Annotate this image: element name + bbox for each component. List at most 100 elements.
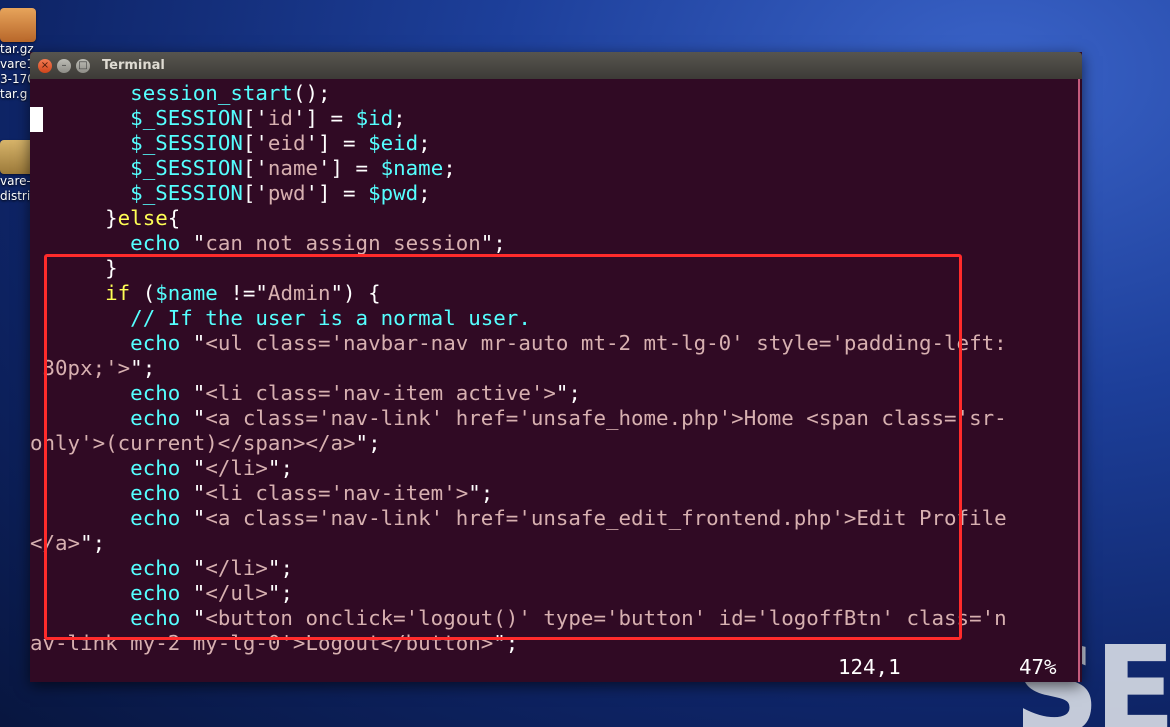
- code-token: session_start: [130, 81, 293, 105]
- code-line: echo "</li>";: [30, 456, 1070, 481]
- code-token: $eid: [368, 131, 419, 155]
- code-line: if ($name !="Admin") {: [30, 281, 1070, 306]
- window-title: Terminal: [102, 58, 165, 73]
- code-token: ";: [493, 631, 519, 655]
- code-token: ": [180, 556, 206, 580]
- code-token: id: [267, 106, 293, 130]
- code-token: ": [180, 381, 206, 405]
- code-token: echo: [130, 231, 181, 255]
- code-line: $_SESSION['pwd'] = $pwd;: [30, 181, 1070, 206]
- code-token: name: [267, 156, 318, 180]
- code-token: ": [180, 406, 206, 430]
- code-token: <ul class='navbar-nav mr-auto mt-2 mt-lg…: [205, 331, 1007, 355]
- code-area[interactable]: session_start(); $_SESSION['id'] = $id; …: [30, 81, 1070, 656]
- code-line: echo "</li>";: [30, 556, 1070, 581]
- terminal-window[interactable]: × – □ Terminal session_start(); $_SESSIO…: [30, 52, 1082, 682]
- code-token: echo: [130, 556, 181, 580]
- code-token: echo: [130, 506, 181, 530]
- code-token: <button onclick='logout()' type='button'…: [205, 606, 1007, 630]
- code-token: $name: [155, 281, 218, 305]
- code-token: ;: [418, 131, 431, 155]
- code-token: ": [180, 481, 206, 505]
- terminal-content[interactable]: session_start(); $_SESSION['id'] = $id; …: [30, 79, 1082, 682]
- code-token: ;: [443, 156, 456, 180]
- code-token: <li class='nav-item'>: [205, 481, 469, 505]
- code-token: </a>: [30, 531, 81, 555]
- cursor-position: 124,1: [838, 655, 901, 679]
- code-token: ": [180, 331, 206, 355]
- code-token: ";: [355, 431, 381, 455]
- code-token: ") {: [330, 281, 381, 305]
- code-line: }else{: [30, 206, 1070, 231]
- code-token: $pwd: [368, 181, 419, 205]
- vim-status-line: 124,1 47%: [30, 655, 1082, 680]
- code-token: [': [242, 106, 268, 130]
- code-token: ";: [80, 531, 106, 555]
- code-token: [': [242, 131, 268, 155]
- scroll-percent: 47%: [1019, 655, 1057, 679]
- code-token: ": [180, 231, 206, 255]
- scrollbar[interactable]: [1078, 79, 1080, 682]
- code-token: echo: [130, 456, 181, 480]
- code-token: $name: [380, 156, 444, 180]
- code-token: ();: [292, 81, 331, 105]
- code-line: </a>";: [30, 531, 1070, 556]
- code-token: av-link my-2 my-lg-0'>Logout</button>: [30, 631, 494, 655]
- code-token: </li>: [205, 456, 268, 480]
- code-token: [': [242, 181, 268, 205]
- code-line: $_SESSION['name'] = $name;: [30, 156, 1070, 181]
- code-token: {: [167, 206, 181, 230]
- minimize-button[interactable]: –: [57, 58, 71, 73]
- code-token: [': [242, 156, 268, 180]
- code-line: }: [30, 256, 1070, 281]
- code-token: pwd: [267, 181, 306, 205]
- code-line: $_SESSION['eid'] = $eid;: [30, 131, 1070, 156]
- code-token: $_SESSION: [130, 131, 243, 155]
- code-line: echo "<ul class='navbar-nav mr-auto mt-2…: [30, 331, 1070, 356]
- code-token: '] =: [305, 131, 369, 155]
- code-line: // If the user is a normal user.: [30, 306, 1070, 331]
- code-token: ";: [555, 381, 581, 405]
- code-line: session_start();: [30, 81, 1070, 106]
- archive-icon: [0, 8, 36, 42]
- code-line: echo "<li class='nav-item'>";: [30, 481, 1070, 506]
- window-titlebar[interactable]: × – □ Terminal: [30, 52, 1082, 79]
- code-token: <li class='nav-item active'>: [205, 381, 556, 405]
- code-token: ";: [267, 556, 293, 580]
- code-token: }: [30, 206, 118, 230]
- code-token: only'>(current)</span></a>: [30, 431, 356, 455]
- code-line: echo "<button onclick='logout()' type='b…: [30, 606, 1070, 631]
- code-token: ";: [267, 581, 293, 605]
- code-token: $_SESSION: [130, 106, 243, 130]
- code-token: <a class='nav-link' href='unsafe_home.ph…: [205, 406, 1007, 430]
- code-token: </ul>: [205, 581, 268, 605]
- code-token: ;: [418, 181, 431, 205]
- code-token: <a class='nav-link' href='unsafe_edit_fr…: [205, 506, 1007, 530]
- code-token: ": [180, 606, 206, 630]
- code-token: if: [105, 281, 131, 305]
- code-token: else: [117, 206, 168, 230]
- code-token: $_SESSION: [130, 156, 243, 180]
- code-token: echo: [130, 481, 181, 505]
- code-token: echo: [130, 406, 181, 430]
- maximize-button[interactable]: □: [76, 58, 90, 73]
- code-token: (: [130, 281, 156, 305]
- close-button[interactable]: ×: [38, 58, 52, 73]
- code-token: // If the user is a normal user.: [130, 306, 531, 330]
- code-line: echo "<a class='nav-link' href='unsafe_h…: [30, 406, 1070, 431]
- code-token: ";: [130, 356, 156, 380]
